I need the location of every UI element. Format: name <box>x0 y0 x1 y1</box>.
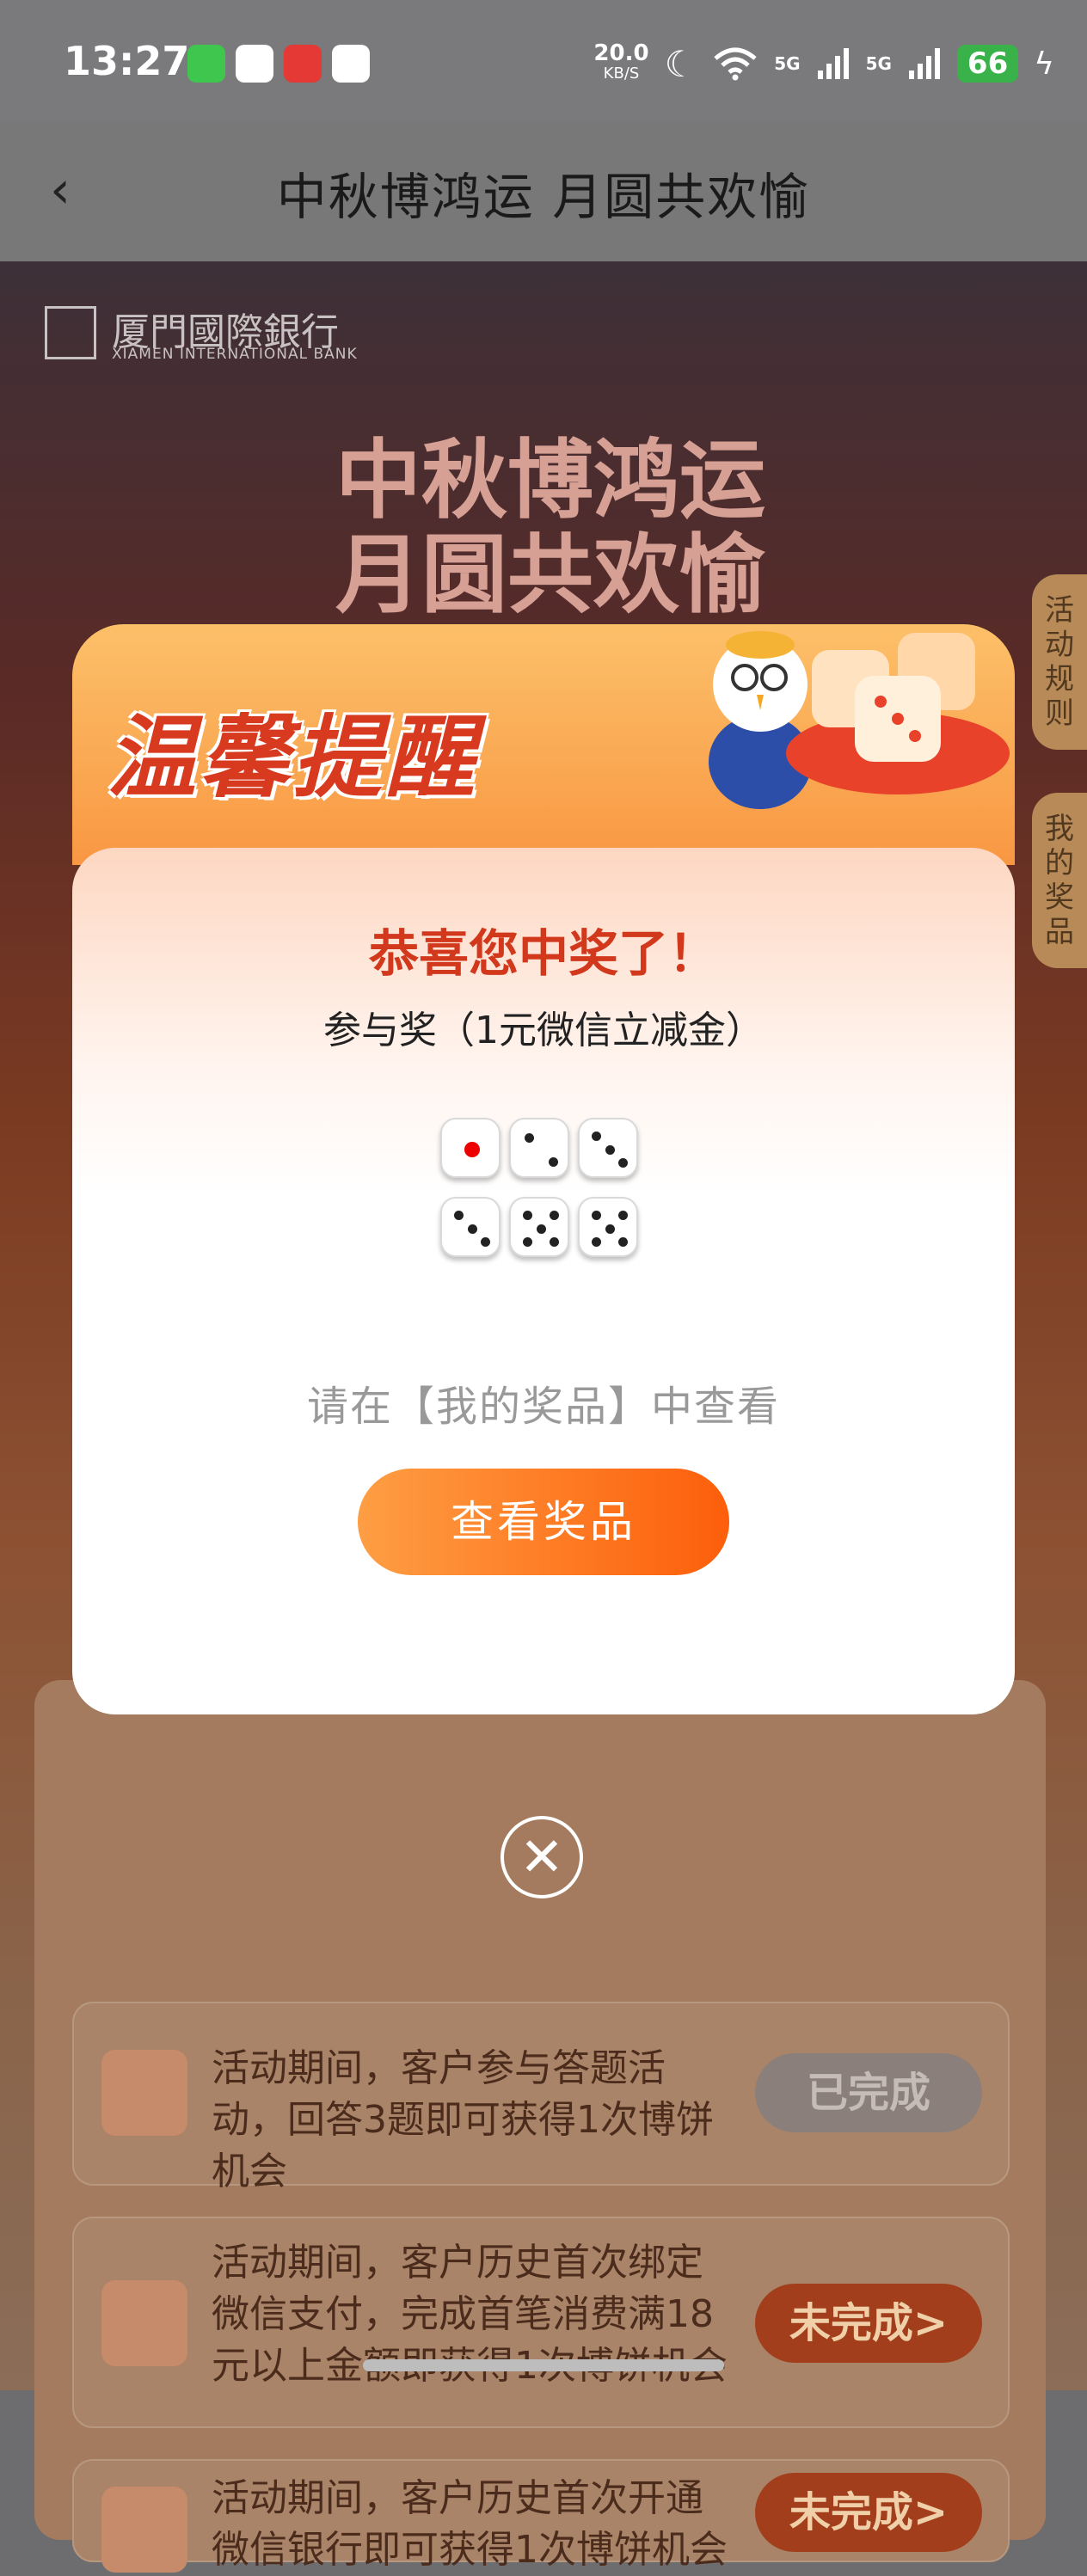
task-status-button[interactable]: 未完成> <box>755 2473 982 2552</box>
tab-activity-rules[interactable]: 活动规则 <box>1032 574 1087 750</box>
task-status-button[interactable]: 未完成> <box>755 2284 982 2363</box>
die-pip <box>467 1224 477 1234</box>
die-pip <box>524 1132 534 1143</box>
die-face <box>440 1197 501 1257</box>
die-face <box>509 1197 569 1257</box>
task-description: 活动期间，客户历史首次开通微信银行即可获得1次博饼机会 <box>212 2476 728 2572</box>
die-pip <box>605 1224 615 1234</box>
die-pip <box>480 1236 490 1247</box>
page-title: 中秋博鸿运 月圆共欢愉 <box>276 168 811 226</box>
prize-dialog: 温馨提醒 恭喜您中奖了！ 参与奖（1元微信立减金） 请在【我的奖品】中查看 查看… <box>72 624 1015 1714</box>
quiz-icon <box>101 2050 187 2136</box>
task-item: 活动期间，客户参与答题活动，回答3题即可获得1次博饼机会 已完成 <box>72 2002 1010 2193</box>
die-pip <box>523 1236 533 1247</box>
task-status-button[interactable]: 已完成 <box>755 2053 982 2132</box>
nav-header: ‹ 中秋博鸿运 月圆共欢愉 <box>0 120 1087 261</box>
battery-level: 66 <box>956 45 1019 83</box>
task-item: 活动期间，客户历史首次绑定微信支付，完成首笔消费满18元以上金额即获得1次博饼机… <box>72 2217 1010 2428</box>
tab-my-prizes[interactable]: 我的奖品 <box>1032 793 1087 968</box>
prize-text: 参与奖（1元微信立减金） <box>323 1009 764 1052</box>
signal-5g-label-2: 5G <box>865 53 892 74</box>
banner-title: 中秋博鸿运 月圆共欢愉 <box>335 430 765 625</box>
signal-bars-icon <box>817 48 849 79</box>
die-pip <box>592 1132 602 1142</box>
view-prize-button[interactable]: 查看奖品 <box>358 1469 729 1575</box>
die-pip <box>605 1144 615 1155</box>
messages-app-icon <box>187 45 225 83</box>
die-pip <box>617 1211 628 1221</box>
clock: 13:27 <box>64 38 190 84</box>
hint-text: 请在【我的奖品】中查看 <box>306 1383 780 1431</box>
close-icon[interactable]: ✕ <box>501 1816 583 1898</box>
wifi-icon <box>714 47 757 81</box>
dice-result <box>440 1118 647 1273</box>
congrats-text: 恭喜您中奖了！ <box>368 924 718 983</box>
moon-icon: ☾ <box>664 42 697 85</box>
die-pip <box>549 1236 559 1247</box>
bank-emblem-icon <box>45 306 96 359</box>
die-face <box>509 1118 569 1178</box>
task-description: 活动期间，客户参与答题活动，回答3题即可获得1次博饼机会 <box>212 2046 714 2193</box>
dialog-body: 恭喜您中奖了！ 参与奖（1元微信立减金） 请在【我的奖品】中查看 查看奖品 <box>72 848 1015 1714</box>
die-face <box>440 1118 501 1178</box>
die-pip <box>592 1211 602 1221</box>
task-item: 活动期间，客户历史首次开通微信银行即可获得1次博饼机会 未完成> <box>72 2459 1010 2573</box>
home-indicator[interactable] <box>363 2359 724 2371</box>
die-pip <box>549 1211 559 1221</box>
network-speed: 20.0 KB/S <box>593 40 649 83</box>
wechat-bank-icon <box>101 2487 187 2573</box>
charging-icon: ϟ <box>1034 46 1054 82</box>
bank-app-icon <box>332 45 370 83</box>
signal-bars-icon <box>908 48 940 79</box>
bank-name-en: XIAMEN INTERNATIONAL BANK <box>112 346 358 363</box>
die-face <box>578 1118 638 1178</box>
status-indicators: 20.0 KB/S ☾ 5G 5G 66 ϟ <box>593 38 1054 89</box>
die-pip <box>536 1224 546 1234</box>
unionpay-app-icon <box>284 45 322 83</box>
die-pip <box>523 1211 533 1221</box>
die-pip <box>592 1236 602 1247</box>
die-pip <box>548 1156 558 1167</box>
die-face <box>578 1197 638 1257</box>
status-bar: 13:27 20.0 KB/S ☾ 5G 5G 66 ϟ <box>0 0 1087 120</box>
die-pip <box>464 1142 480 1157</box>
dialog-title: 温馨提醒 <box>107 705 479 810</box>
dice-bowl-icon <box>786 633 1010 794</box>
die-pip <box>617 1157 628 1168</box>
task-panel: 活动期间，客户参与答题活动，回答3题即可获得1次博饼机会 已完成 活动期间，客户… <box>34 1680 1046 2573</box>
die-pip <box>617 1236 628 1247</box>
signal-5g-label-1: 5G <box>774 53 801 74</box>
wechat-pay-icon <box>101 2280 187 2366</box>
china-mobile-app-icon <box>236 45 273 83</box>
die-pip <box>454 1211 464 1221</box>
